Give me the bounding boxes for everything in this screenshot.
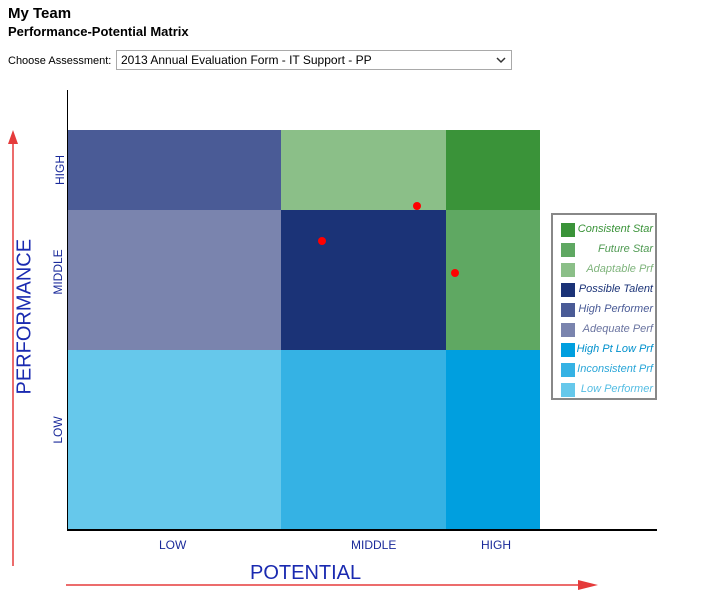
legend-item: Consistent Star	[561, 222, 655, 238]
x-tick-middle: MIDDLE	[351, 538, 397, 552]
cell-consistent-star[interactable]	[446, 130, 540, 210]
legend-label: Low Performer	[580, 383, 653, 395]
legend-swatch	[561, 303, 575, 317]
legend-label: High Performer	[578, 303, 653, 315]
cell-future-star[interactable]	[446, 210, 540, 350]
legend-label: High Pt Low Prf	[576, 343, 653, 355]
employee-dot[interactable]	[413, 202, 421, 210]
x-tick-low: LOW	[159, 538, 187, 552]
legend-label: Inconsistent Prf	[577, 363, 653, 375]
y-tick-middle: MIDDLE	[51, 249, 65, 295]
legend-swatch	[561, 223, 575, 237]
y-tick-high: HIGH	[53, 155, 67, 185]
cell-inconsistent-prf[interactable]	[281, 350, 446, 529]
legend-label: Adequate Perf	[582, 323, 653, 335]
legend-item: Inconsistent Prf	[561, 362, 655, 378]
y-tick-low: LOW	[51, 416, 65, 444]
legend-item: Low Performer	[561, 382, 655, 398]
legend-swatch	[561, 263, 575, 277]
potential-arrow-icon	[66, 580, 598, 590]
legend-label: Possible Talent	[578, 283, 653, 295]
cell-low-performer[interactable]	[68, 350, 281, 529]
legend-swatch	[561, 343, 575, 357]
legend-item: Possible Talent	[561, 282, 655, 298]
legend-item: High Pt Low Prf	[561, 342, 655, 358]
legend-swatch	[561, 363, 575, 377]
performance-arrow-icon	[8, 130, 18, 566]
legend-swatch	[561, 243, 575, 257]
cell-adequate-perf[interactable]	[68, 210, 281, 350]
legend: Consistent Star Future Star Adaptable Pr…	[551, 213, 657, 400]
x-tick-high: HIGH	[481, 538, 511, 552]
legend-item: Future Star	[561, 242, 655, 258]
employee-dot[interactable]	[318, 237, 326, 245]
y-axis-line	[67, 90, 68, 530]
assessment-select-value: 2013 Annual Evaluation Form - IT Support…	[121, 53, 372, 67]
page-subtitle: Performance-Potential Matrix	[8, 24, 189, 39]
x-axis-line	[67, 529, 657, 531]
cell-high-pt-low-prf[interactable]	[446, 350, 540, 529]
legend-swatch	[561, 283, 575, 297]
legend-item: High Performer	[561, 302, 655, 318]
legend-item: Adaptable Prf	[561, 262, 655, 278]
legend-item: Adequate Perf	[561, 322, 655, 338]
cell-high-performer[interactable]	[68, 130, 281, 210]
employee-dot[interactable]	[451, 269, 459, 277]
legend-label: Consistent Star	[577, 223, 653, 235]
assessment-label: Choose Assessment:	[8, 55, 112, 67]
legend-label: Adaptable Prf	[586, 263, 653, 275]
cell-possible-talent[interactable]	[281, 210, 446, 350]
legend-swatch	[561, 383, 575, 397]
page-title: My Team	[8, 5, 72, 22]
assessment-select[interactable]: 2013 Annual Evaluation Form - IT Support…	[116, 50, 512, 70]
legend-swatch	[561, 323, 575, 337]
cell-adaptable-prf[interactable]	[281, 130, 446, 210]
legend-label: Future Star	[597, 243, 653, 255]
chevron-down-icon	[496, 57, 506, 64]
